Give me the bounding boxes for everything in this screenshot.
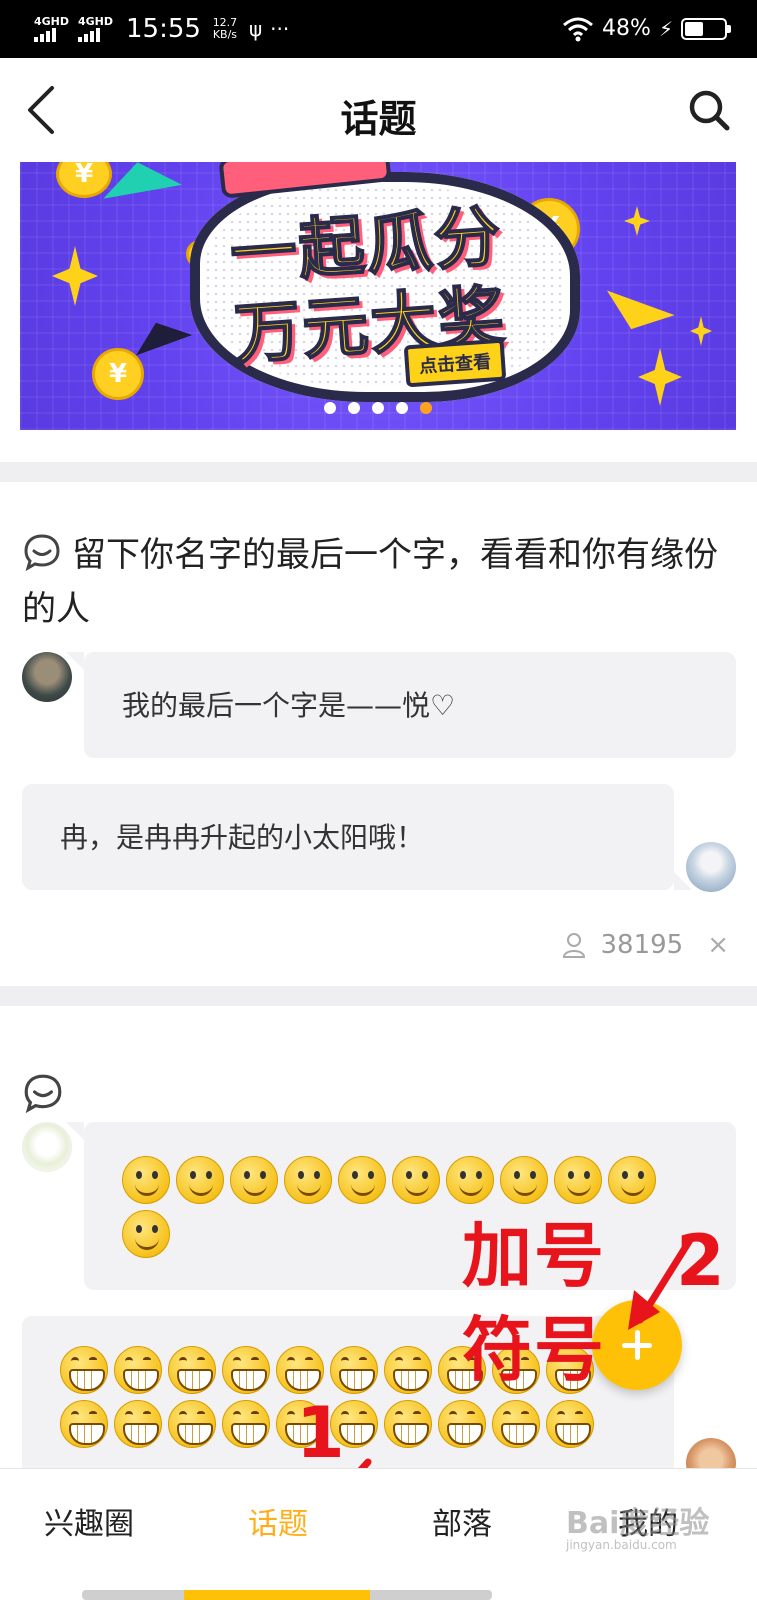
avatar[interactable] [686, 842, 736, 892]
grin-emoji-icon [546, 1400, 594, 1448]
smile-emoji-icon [554, 1156, 602, 1204]
grin-emoji-icon [384, 1400, 432, 1448]
grin-emoji-icon [330, 1346, 378, 1394]
avatar[interactable] [22, 652, 72, 702]
annotation-number-1: 1 [296, 1392, 345, 1474]
battery-percent: 48% [602, 16, 651, 41]
promo-banner[interactable]: ¥ ¥ ¥ ¥ 一起瓜分 万元大奖 点击查看 [20, 162, 736, 430]
grin-emoji-icon [168, 1346, 216, 1394]
participant-count: 38195 [600, 930, 684, 960]
tab-topics[interactable]: 话题 [248, 1499, 308, 1543]
topic-stats: 38195 × [562, 930, 729, 960]
grin-emoji-icon [114, 1400, 162, 1448]
smile-emoji-icon [338, 1156, 386, 1204]
topic-card-1[interactable]: 留下你名字的最后一个字，看看和你有缘份的人 [22, 528, 732, 636]
smile-emoji-icon [392, 1156, 440, 1204]
avatar[interactable] [22, 1122, 72, 1172]
annotation-label-line1: 加号 [462, 1215, 606, 1297]
reply-text: 我的最后一个字是——悦♡ [122, 689, 456, 722]
chat-bubble-icon [24, 1074, 62, 1114]
banner-cta-button[interactable]: 点击查看 [403, 338, 507, 388]
search-icon[interactable] [685, 86, 733, 134]
grin-emoji-icon [276, 1346, 324, 1394]
network-speed-unit: KB/s [212, 28, 238, 41]
title-bar: 话题 [0, 58, 757, 162]
emoji-reply-bubble [66, 1122, 736, 1290]
smile-emoji-icon [608, 1156, 656, 1204]
annotation-label-line2: 符号 [462, 1309, 606, 1391]
close-icon[interactable]: × [707, 930, 729, 960]
carousel-indicator [20, 402, 736, 414]
usb-icon: ψ [248, 17, 263, 41]
grin-emoji-icon [168, 1400, 216, 1448]
carousel-dot[interactable] [420, 402, 432, 414]
signal-icon-sim2: 4GHD [78, 16, 114, 42]
grin-emoji-icon [60, 1346, 108, 1394]
watermark: Bai度经验 jingyan.baidu.com [566, 1498, 709, 1552]
user-icon [563, 933, 586, 958]
smile-emoji-icon [446, 1156, 494, 1204]
grin-emoji-icon [222, 1400, 270, 1448]
home-indicator [82, 1590, 492, 1600]
tab-interest-circle[interactable]: 兴趣圈 [44, 1499, 134, 1543]
clock: 15:55 [126, 14, 201, 44]
smile-emoji-icon [230, 1156, 278, 1204]
charging-icon: ⚡ [658, 17, 673, 41]
reply-text: 冉，是冉冉升起的小太阳哦！ [60, 821, 425, 854]
grin-emoji-icon [222, 1346, 270, 1394]
wifi-icon [563, 17, 594, 42]
smile-emoji-row [122, 1156, 698, 1258]
page-title: 话题 [340, 97, 417, 141]
smile-emoji-icon [122, 1210, 170, 1258]
grin-emoji-icon [438, 1400, 486, 1448]
coin-icon: ¥ [92, 348, 144, 400]
grin-emoji-icon [60, 1400, 108, 1448]
reply-bubble: 冉，是冉冉升起的小太阳哦！ [22, 784, 692, 890]
grin-emoji-icon [492, 1400, 540, 1448]
carousel-dot[interactable] [372, 402, 384, 414]
topic-title: 留下你名字的最后一个字，看看和你有缘份的人 [22, 535, 718, 629]
signal-icon-sim1: 4GHD [34, 16, 70, 42]
smile-emoji-icon [122, 1156, 170, 1204]
tab-tribe[interactable]: 部落 [432, 1499, 492, 1543]
watermark-text: Bai度经验 [566, 1506, 710, 1541]
chat-bubble-icon [24, 534, 60, 572]
signal-label-sim1: 4GHD [34, 15, 70, 28]
carousel-dot[interactable] [396, 402, 408, 414]
smile-emoji-icon [284, 1156, 332, 1204]
section-divider [0, 986, 757, 1006]
smile-emoji-icon [176, 1156, 224, 1204]
grin-emoji-icon [114, 1346, 162, 1394]
status-bar: 4GHD 4GHD 15:55 12.7 KB/s ψ ··· 48% ⚡ [0, 0, 757, 58]
annotation-number-2: 2 [676, 1220, 725, 1302]
network-speed: 12.7 KB/s [209, 17, 241, 41]
signal-label-sim2: 4GHD [78, 15, 114, 28]
section-divider [0, 462, 757, 482]
carousel-dot[interactable] [324, 402, 336, 414]
more-notifications-icon: ··· [270, 17, 290, 41]
grin-emoji-icon [384, 1346, 432, 1394]
smile-emoji-icon [500, 1156, 548, 1204]
battery-icon [681, 18, 731, 40]
carousel-dot[interactable] [348, 402, 360, 414]
reply-bubble: 我的最后一个字是——悦♡ [66, 652, 736, 758]
